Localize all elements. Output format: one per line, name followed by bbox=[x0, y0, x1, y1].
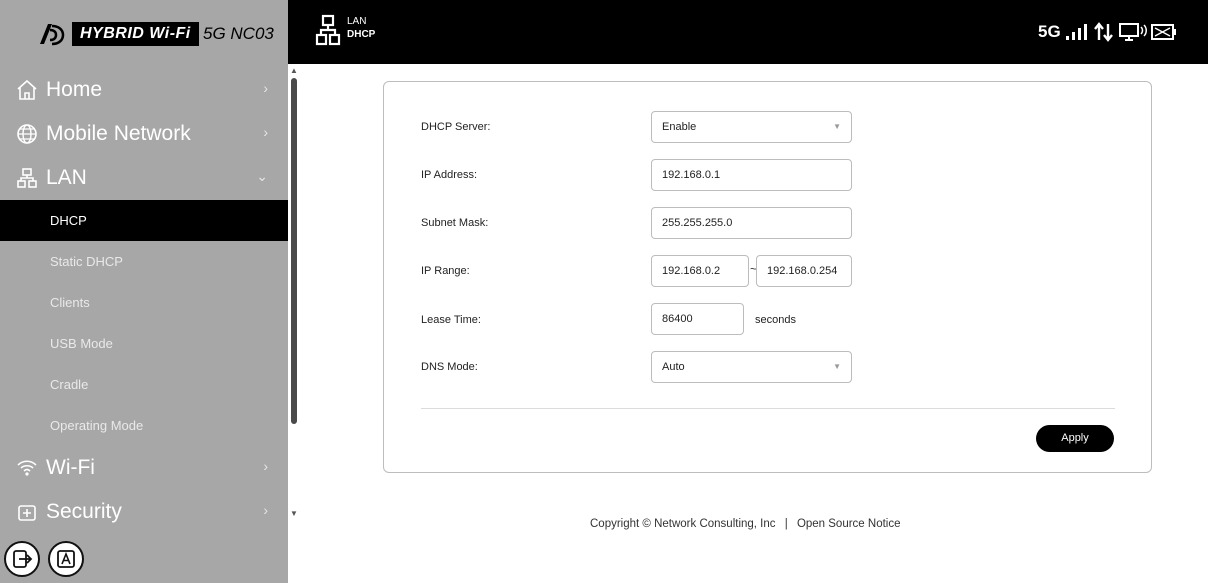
logout-icon bbox=[13, 550, 33, 568]
sidebar: HYBRID Wi-Fi 5G NC03 Home › Mobile Netwo… bbox=[0, 0, 288, 583]
form-divider bbox=[421, 408, 1115, 409]
globe-icon bbox=[14, 121, 40, 147]
sidebar-item-label: Home bbox=[46, 78, 103, 101]
lan-icon bbox=[315, 14, 341, 46]
language-button[interactable] bbox=[48, 541, 84, 577]
page-footer: Copyright © Network Consulting, Inc | Op… bbox=[590, 518, 901, 530]
connected-device-icon bbox=[1119, 23, 1147, 41]
open-source-notice-link[interactable]: Open Source Notice bbox=[797, 518, 901, 530]
lease-time-label: Lease Time: bbox=[421, 314, 481, 326]
chevron-right-icon: › bbox=[263, 124, 268, 140]
dhcp-server-value: Enable bbox=[662, 121, 697, 133]
apply-button[interactable]: Apply bbox=[1036, 425, 1114, 452]
network-type-label: 5G bbox=[1038, 22, 1061, 41]
ip-address-label: IP Address: bbox=[421, 169, 478, 181]
subnet-mask-input[interactable]: 255.255.255.0 bbox=[651, 207, 852, 239]
sidebar-subitem-clients[interactable]: Clients bbox=[0, 282, 288, 323]
sidebar-item-label: Security bbox=[46, 500, 122, 523]
sidebar-subitem-operating-mode[interactable]: Operating Mode bbox=[0, 405, 288, 446]
dhcp-server-select[interactable]: Enable ▼ bbox=[651, 111, 852, 143]
scroll-up-icon[interactable]: ▲ bbox=[290, 66, 298, 75]
sidebar-footer bbox=[0, 538, 288, 583]
dhcp-server-label: DHCP Server: bbox=[421, 121, 491, 133]
footer-separator: | bbox=[784, 518, 788, 530]
sidebar-item-mobile-network[interactable]: Mobile Network › bbox=[0, 112, 288, 156]
sidebar-item-label: Mobile Network bbox=[46, 122, 191, 145]
home-icon bbox=[14, 77, 40, 103]
data-transfer-icon bbox=[1094, 22, 1113, 42]
brand-product-name: HYBRID Wi-Fi bbox=[72, 22, 199, 46]
shield-icon bbox=[14, 499, 40, 525]
chevron-down-icon: ⌄ bbox=[256, 168, 268, 184]
ip-address-input[interactable]: 192.168.0.1 bbox=[651, 159, 852, 191]
sidebar-item-label: LAN bbox=[46, 166, 87, 189]
top-bar: LAN DHCP 5G bbox=[288, 0, 1208, 64]
breadcrumb-parent: LAN bbox=[347, 16, 367, 27]
copyright-text: Copyright © Network Consulting, Inc bbox=[590, 518, 776, 530]
chevron-right-icon: › bbox=[263, 80, 268, 96]
chevron-right-icon: › bbox=[263, 502, 268, 518]
sidebar-item-security[interactable]: Security › bbox=[0, 490, 288, 534]
sidebar-item-label: Wi-Fi bbox=[46, 456, 95, 479]
scroll-thumb[interactable] bbox=[291, 78, 297, 424]
dhcp-settings-card: DHCP Server: Enable ▼ IP Address: 192.16… bbox=[383, 81, 1152, 473]
chevron-right-icon: › bbox=[263, 458, 268, 474]
brand-logo-icon bbox=[40, 24, 65, 46]
signal-strength-icon bbox=[1066, 24, 1087, 40]
sidebar-subitem-dhcp[interactable]: DHCP bbox=[0, 200, 288, 241]
subnet-mask-label: Subnet Mask: bbox=[421, 217, 489, 229]
lease-time-unit: seconds bbox=[755, 314, 796, 326]
ip-range-end-input[interactable]: 192.168.0.254 bbox=[756, 255, 852, 287]
battery-icon bbox=[1151, 24, 1176, 40]
brand-model: 5G NC03 bbox=[203, 24, 274, 43]
brand-header: HYBRID Wi-Fi 5G NC03 bbox=[0, 0, 288, 64]
language-icon bbox=[57, 550, 75, 568]
chevron-down-icon: ▼ bbox=[833, 122, 841, 131]
dns-mode-label: DNS Mode: bbox=[421, 361, 478, 373]
sidebar-subitem-cradle[interactable]: Cradle bbox=[0, 364, 288, 405]
scroll-down-icon[interactable]: ▼ bbox=[290, 509, 298, 518]
logout-button[interactable] bbox=[4, 541, 40, 577]
sidebar-subitem-usb-mode[interactable]: USB Mode bbox=[0, 323, 288, 364]
lan-icon bbox=[14, 165, 40, 191]
sidebar-subitem-static-dhcp[interactable]: Static DHCP bbox=[0, 241, 288, 282]
dns-mode-select[interactable]: Auto ▼ bbox=[651, 351, 852, 383]
dns-mode-value: Auto bbox=[662, 361, 685, 373]
sidebar-item-home[interactable]: Home › bbox=[0, 68, 288, 112]
ip-range-start-input[interactable]: 192.168.0.2 bbox=[651, 255, 749, 287]
breadcrumb-current: DHCP bbox=[347, 29, 376, 40]
sidebar-scrollbar[interactable]: ▲ ▼ bbox=[288, 64, 300, 519]
sidebar-item-lan[interactable]: LAN ⌄ bbox=[0, 156, 288, 200]
wifi-icon bbox=[14, 455, 40, 481]
ip-range-label: IP Range: bbox=[421, 265, 470, 277]
sidebar-item-wifi[interactable]: Wi-Fi › bbox=[0, 446, 288, 490]
chevron-down-icon: ▼ bbox=[833, 362, 841, 371]
sidebar-nav: Home › Mobile Network › LAN ⌄ DHCP Stati… bbox=[0, 68, 288, 534]
lease-time-input[interactable]: 86400 bbox=[651, 303, 744, 335]
